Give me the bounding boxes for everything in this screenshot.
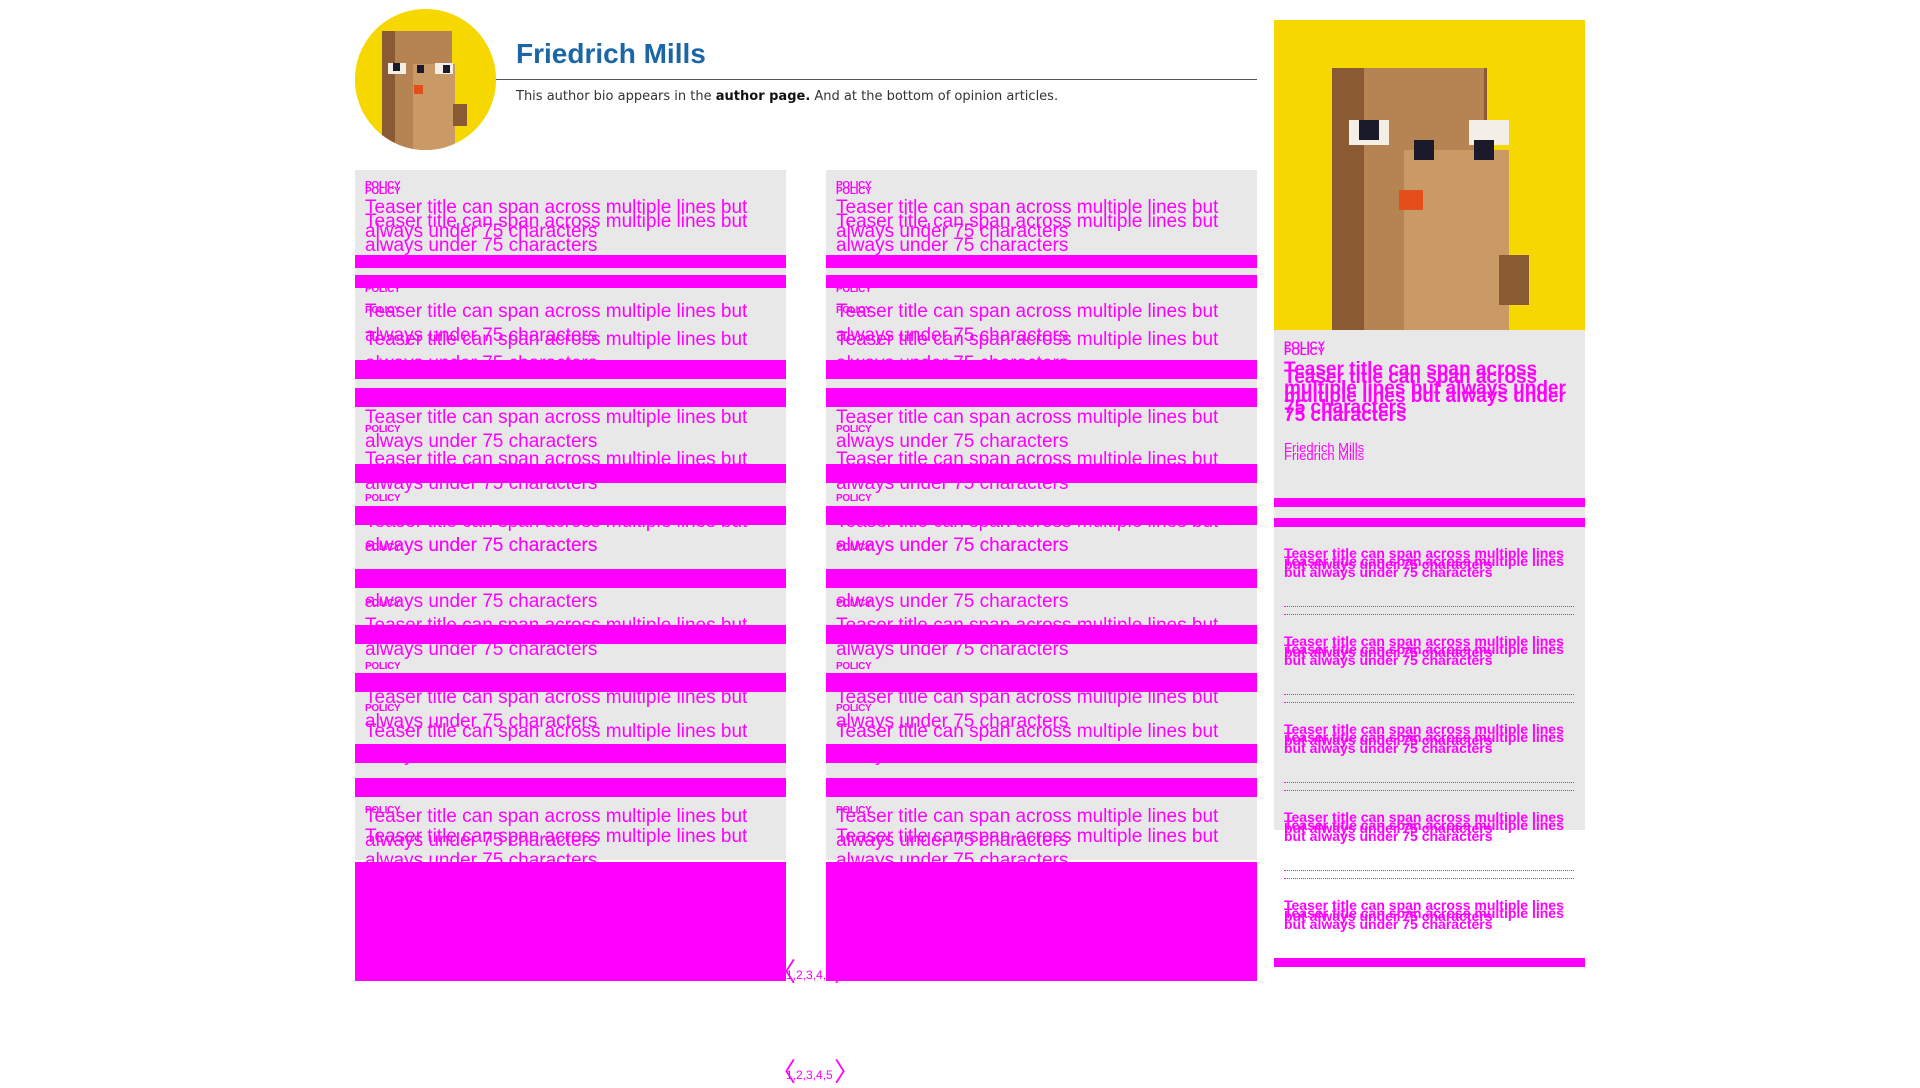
teaser-title[interactable]: Teaser title can span across multiple li… [836,720,1236,768]
rail-byline[interactable]: Friedrich Mills [1284,448,1364,463]
pagination-pages[interactable]: 1,2,3,4,5 [786,968,833,982]
rail-divider [1284,878,1574,879]
teaser-title[interactable]: Teaser title can span across multiple li… [836,825,1236,873]
teaser-title[interactable]: Teaser title can span across multiple li… [836,614,1236,662]
teaser-category[interactable]: POLICY [836,542,872,553]
teaser-category[interactable]: POLICY [836,424,872,435]
bear-avatar-icon [355,9,496,150]
rail-divider [1284,606,1574,607]
header-divider [496,79,1257,80]
teaser-image-placeholder [355,862,786,981]
teaser-image-placeholder [826,275,1257,288]
rail-list-item[interactable]: Teaser title can span across multiple li… [1284,642,1574,667]
teaser-title[interactable]: always under 75 characters [836,534,1236,558]
teaser-image-placeholder [826,862,1257,981]
teaser-category[interactable]: POLICY [836,661,872,672]
teaser-title[interactable]: Teaser title can span across multiple li… [836,448,1236,496]
teaser-title[interactable]: Teaser title can span across multiple li… [365,720,765,768]
teaser-title[interactable]: always under 75 characters [365,590,765,614]
rail-list-item[interactable]: Teaser title can span across multiple li… [1284,906,1574,931]
teaser-title[interactable]: always under 75 characters [365,534,765,558]
teaser-category[interactable]: POLICY [365,493,401,504]
rail-hero-image[interactable] [1274,20,1585,331]
rail-divider [1284,702,1574,703]
teaser-image-placeholder [826,778,1257,797]
teaser-title[interactable]: Teaser title can span across multiple li… [365,614,765,662]
author-name: Friedrich Mills [516,38,706,69]
teaser-category[interactable]: POLICY [836,598,872,609]
rail-list-item[interactable]: Teaser title can span across multiple li… [1284,818,1574,843]
teaser-image-placeholder [355,569,786,588]
teaser-category[interactable]: POLICY [836,284,872,295]
chevron-right-icon[interactable]: 〉 [834,1060,860,1086]
rail-title[interactable]: Teaser title can span across multiple li… [1284,368,1574,425]
rail-list-item[interactable]: Teaser title can span across multiple li… [1284,730,1574,755]
teaser-image-placeholder [826,569,1257,588]
teaser-category[interactable]: POLICY [365,284,401,295]
teaser-category[interactable]: POLICY [365,424,401,435]
teaser-title[interactable]: Teaser title can span across multiple li… [365,210,765,258]
teaser-category[interactable]: POLICY [365,598,401,609]
teaser-image-placeholder [355,388,786,407]
teaser-category[interactable]: POLICY [365,661,401,672]
rail-divider [1284,782,1574,783]
rail-list-item[interactable]: Teaser title can span across multiple li… [1284,554,1574,579]
pagination-pages[interactable]: 1,2,3,4,5 [786,1068,833,1082]
bear-illustration-icon [1274,20,1585,331]
teaser-category[interactable]: POLICY [365,703,401,714]
author-page-link[interactable]: author page. [716,89,811,104]
rail-image-placeholder [1274,518,1585,527]
teaser-image-placeholder [826,388,1257,407]
author-bio: This author bio appears in the author pa… [516,89,1059,104]
teaser-title[interactable]: always under 75 characters [836,590,1236,614]
rail-divider [1284,614,1574,615]
teaser-title[interactable]: Teaser title can span across multiple li… [365,825,765,873]
teaser-image-placeholder [355,275,786,288]
author-avatar [355,9,496,150]
rail-image-placeholder [1274,958,1585,967]
rail-category[interactable]: POLICY [1284,346,1325,358]
rail-image-placeholder [1274,498,1585,507]
teaser-title[interactable]: Teaser title can span across multiple li… [836,210,1236,258]
teaser-title[interactable]: Teaser title can span across multiple li… [365,406,765,454]
chevron-right-icon[interactable]: 〉 [834,960,860,986]
rail-divider [1284,790,1574,791]
teaser-title[interactable]: Teaser title can span across multiple li… [365,448,765,496]
teaser-category[interactable]: POLICY [836,493,872,504]
teaser-title[interactable]: Teaser title can span across multiple li… [365,328,765,376]
teaser-category[interactable]: POLICY [365,542,401,553]
teaser-image-placeholder [355,778,786,797]
rail-divider [1284,870,1574,871]
rail-divider [1284,694,1574,695]
teaser-title[interactable]: Teaser title can span across multiple li… [836,328,1236,376]
teaser-category[interactable]: POLICY [836,703,872,714]
teaser-title[interactable]: Teaser title can span across multiple li… [836,406,1236,454]
